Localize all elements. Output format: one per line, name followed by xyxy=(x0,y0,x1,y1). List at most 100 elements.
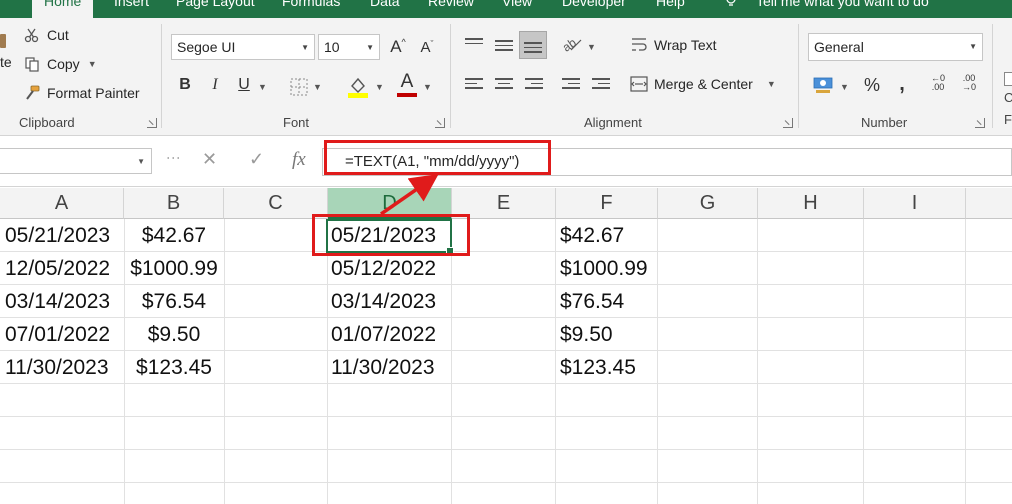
align-bottom-button[interactable] xyxy=(519,31,547,59)
name-box[interactable]: ▼ xyxy=(0,148,152,174)
enter-icon[interactable]: ✓ xyxy=(249,149,264,170)
chevron-down-icon[interactable]: ▼ xyxy=(767,79,776,89)
tab-insert[interactable]: Insert xyxy=(114,0,149,9)
chevron-down-icon: ▼ xyxy=(137,157,145,166)
group-separator xyxy=(161,24,162,128)
cell-a5[interactable]: 11/30/2023 xyxy=(5,351,109,384)
chevron-down-icon[interactable]: ▼ xyxy=(313,82,322,92)
fill-color-icon[interactable] xyxy=(346,74,370,98)
tab-formulas[interactable]: Formulas xyxy=(282,0,340,9)
tab-data[interactable]: Data xyxy=(370,0,400,9)
shrink-font-button[interactable]: Aˇ xyxy=(416,39,438,56)
insert-function-icon[interactable]: fx xyxy=(292,149,306,171)
clipboard-launcher-icon[interactable] xyxy=(147,118,157,128)
chevron-down-icon[interactable]: ▼ xyxy=(375,82,384,92)
column-header-next[interactable] xyxy=(966,188,1012,219)
cell-d5[interactable]: 11/30/2023 xyxy=(331,351,435,384)
accounting-format-icon[interactable] xyxy=(813,75,833,95)
number-launcher-icon[interactable] xyxy=(975,118,985,128)
cell-b3[interactable]: $76.54 xyxy=(124,285,224,318)
cell-b1[interactable]: $42.67 xyxy=(124,219,224,252)
tab-view[interactable]: View xyxy=(502,0,532,9)
chevron-down-icon[interactable]: ▼ xyxy=(88,59,97,69)
cell-d4[interactable]: 01/07/2022 xyxy=(331,318,436,351)
font-color-swatch xyxy=(397,93,417,97)
merge-center-label: Merge & Center xyxy=(654,76,753,92)
gridline xyxy=(0,449,1012,450)
cell-f2[interactable]: $1000.99 xyxy=(560,252,648,285)
font-family-select[interactable]: Segoe UI ▼ xyxy=(171,34,315,60)
format-as-table-label-partial: F xyxy=(1004,112,1012,127)
number-format-value: General xyxy=(814,39,864,55)
align-left-icon[interactable] xyxy=(465,78,483,92)
increase-decimal-button[interactable]: ←0 .00 xyxy=(927,74,949,92)
cell-f1[interactable]: $42.67 xyxy=(560,219,624,252)
cell-f5[interactable]: $123.45 xyxy=(560,351,636,384)
column-header-i[interactable]: I xyxy=(864,188,966,219)
alignment-launcher-icon[interactable] xyxy=(783,118,793,128)
tab-page-layout[interactable]: Page Layout xyxy=(176,0,255,9)
formula-bar-splitter[interactable]: ⋮ xyxy=(166,151,182,164)
paste-button[interactable]: te xyxy=(0,54,12,70)
tab-review[interactable]: Review xyxy=(428,0,474,9)
align-right-icon[interactable] xyxy=(525,78,543,92)
column-header-g[interactable]: G xyxy=(658,188,758,219)
copy-button[interactable]: Copy ▼ xyxy=(24,56,97,72)
gridline xyxy=(555,219,556,504)
group-label-clipboard: Clipboard xyxy=(19,115,75,130)
font-size-select[interactable]: 10 ▼ xyxy=(318,34,380,60)
percent-style-button[interactable]: % xyxy=(861,75,883,96)
conditional-formatting-icon[interactable] xyxy=(1004,72,1012,86)
cell-d3[interactable]: 03/14/2023 xyxy=(331,285,436,318)
align-top-icon[interactable] xyxy=(465,38,483,52)
chevron-down-icon[interactable]: ▼ xyxy=(840,82,849,92)
format-painter-button[interactable]: Format Painter xyxy=(24,85,140,101)
column-header-a[interactable]: A xyxy=(0,188,124,219)
underline-button[interactable]: U xyxy=(233,76,255,94)
column-header-b[interactable]: B xyxy=(124,188,224,219)
orientation-icon[interactable]: ab xyxy=(561,35,583,53)
wrap-text-button[interactable]: Wrap Text xyxy=(630,36,717,54)
align-center-icon[interactable] xyxy=(495,78,513,92)
grow-font-button[interactable]: A^ xyxy=(387,37,409,57)
gridline xyxy=(451,219,452,504)
chevron-down-icon[interactable]: ▼ xyxy=(258,82,267,92)
chevron-down-icon[interactable]: ▼ xyxy=(587,42,596,52)
format-painter-label: Format Painter xyxy=(47,85,140,101)
tab-developer[interactable]: Developer xyxy=(562,0,626,9)
chevron-down-icon[interactable]: ▼ xyxy=(423,82,432,92)
column-header-f[interactable]: F xyxy=(556,188,658,219)
borders-icon[interactable] xyxy=(290,78,308,96)
tab-home[interactable]: Home xyxy=(32,0,94,18)
column-header-h[interactable]: H xyxy=(758,188,864,219)
copy-label: Copy xyxy=(47,56,80,72)
cell-b4[interactable]: $9.50 xyxy=(124,318,224,351)
font-color-button[interactable]: A xyxy=(396,71,418,97)
cell-d2[interactable]: 05/12/2022 xyxy=(331,252,436,285)
merge-center-button[interactable]: Merge & Center ▼ xyxy=(630,75,776,93)
paste-label-partial: te xyxy=(0,54,12,70)
chevron-down-icon: ▼ xyxy=(301,43,309,52)
bold-button[interactable]: B xyxy=(174,76,196,94)
cut-button[interactable]: Cut xyxy=(24,27,69,43)
italic-button[interactable]: I xyxy=(204,76,226,94)
cell-f3[interactable]: $76.54 xyxy=(560,285,624,318)
font-launcher-icon[interactable] xyxy=(435,118,445,128)
cell-f4[interactable]: $9.50 xyxy=(560,318,613,351)
cell-b2[interactable]: $1000.99 xyxy=(124,252,224,285)
number-format-select[interactable]: General ▼ xyxy=(808,33,983,61)
decrease-decimal-button[interactable]: .00 →0 xyxy=(958,74,980,92)
decrease-indent-icon[interactable] xyxy=(562,78,580,92)
cell-a2[interactable]: 12/05/2022 xyxy=(5,252,110,285)
group-label-font: Font xyxy=(283,115,310,130)
cell-a1[interactable]: 05/21/2023 xyxy=(5,219,110,252)
tell-me-search[interactable]: Tell me what you want to do xyxy=(756,0,929,9)
increase-indent-icon[interactable] xyxy=(592,78,610,92)
cell-a3[interactable]: 03/14/2023 xyxy=(5,285,110,318)
comma-style-button[interactable]: , xyxy=(891,73,913,96)
align-middle-icon[interactable] xyxy=(495,40,513,54)
cell-b5[interactable]: $123.45 xyxy=(124,351,224,384)
tab-help[interactable]: Help xyxy=(656,0,685,9)
cancel-icon[interactable]: ✕ xyxy=(202,149,217,170)
cell-a4[interactable]: 07/01/2022 xyxy=(5,318,110,351)
